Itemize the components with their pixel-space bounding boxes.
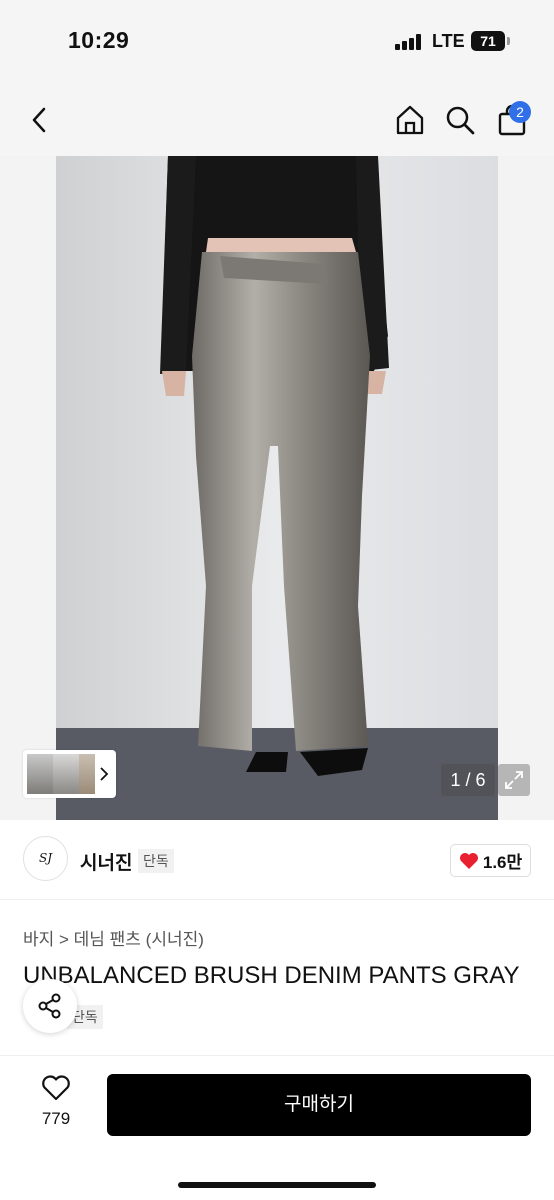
nav-bar [0, 84, 554, 156]
heart-filled-icon [459, 852, 478, 869]
bottom-action-bar: 779 구매하기 [0, 1055, 554, 1200]
status-time: 10:29 [68, 27, 130, 53]
share-button[interactable] [23, 979, 77, 1033]
product-title: UNBALANCED BRUSH DENIM PANTS GRAY [23, 962, 520, 989]
search-icon [446, 106, 475, 135]
expand-button[interactable] [498, 764, 530, 796]
page-indicator: 1 / 6 [441, 764, 495, 796]
brand-row[interactable]: SJ 시너진 단독 1.6만 [0, 820, 554, 900]
network-label: LTE [432, 31, 465, 51]
product-image[interactable] [56, 156, 498, 820]
brand-like-button[interactable]: 1.6만 [450, 844, 531, 877]
wish-count: 779 [41, 1109, 71, 1128]
battery-icon: 71 [471, 31, 505, 51]
home-button[interactable] [388, 84, 432, 156]
buy-button[interactable]: 구매하기 [107, 1074, 531, 1136]
thumbnail-3[interactable] [79, 754, 95, 794]
exclusive-badge: 단독 [138, 849, 174, 873]
thumbnail-2[interactable] [53, 754, 79, 794]
breadcrumb[interactable]: 바지 > 데님 팬츠 (시너진) [23, 925, 204, 950]
chevron-right-icon [100, 767, 109, 781]
expand-icon [505, 771, 523, 789]
status-bar: 10:29 LTE 71 [0, 0, 554, 84]
back-button[interactable] [18, 84, 62, 156]
battery-tip [507, 37, 510, 45]
wish-button[interactable]: 779 [28, 1074, 84, 1134]
chevron-left-icon [32, 107, 46, 133]
home-indicator [178, 1182, 376, 1188]
heart-outline-icon [42, 1075, 70, 1101]
brand-like-count: 1.6만 [482, 853, 523, 872]
share-icon [38, 993, 61, 1019]
signal-icon [395, 34, 423, 50]
brand-logo[interactable]: SJ [23, 836, 68, 881]
cart-count-badge: 2 [509, 101, 531, 123]
search-button[interactable] [438, 84, 482, 156]
thumbnail-1[interactable] [27, 754, 53, 794]
brand-name[interactable]: 시너진 [80, 848, 132, 875]
product-gallery[interactable]: 1 / 6 [0, 156, 554, 820]
home-icon [396, 105, 424, 135]
jeans-photo [56, 156, 498, 820]
thumbnail-strip[interactable] [23, 750, 116, 798]
